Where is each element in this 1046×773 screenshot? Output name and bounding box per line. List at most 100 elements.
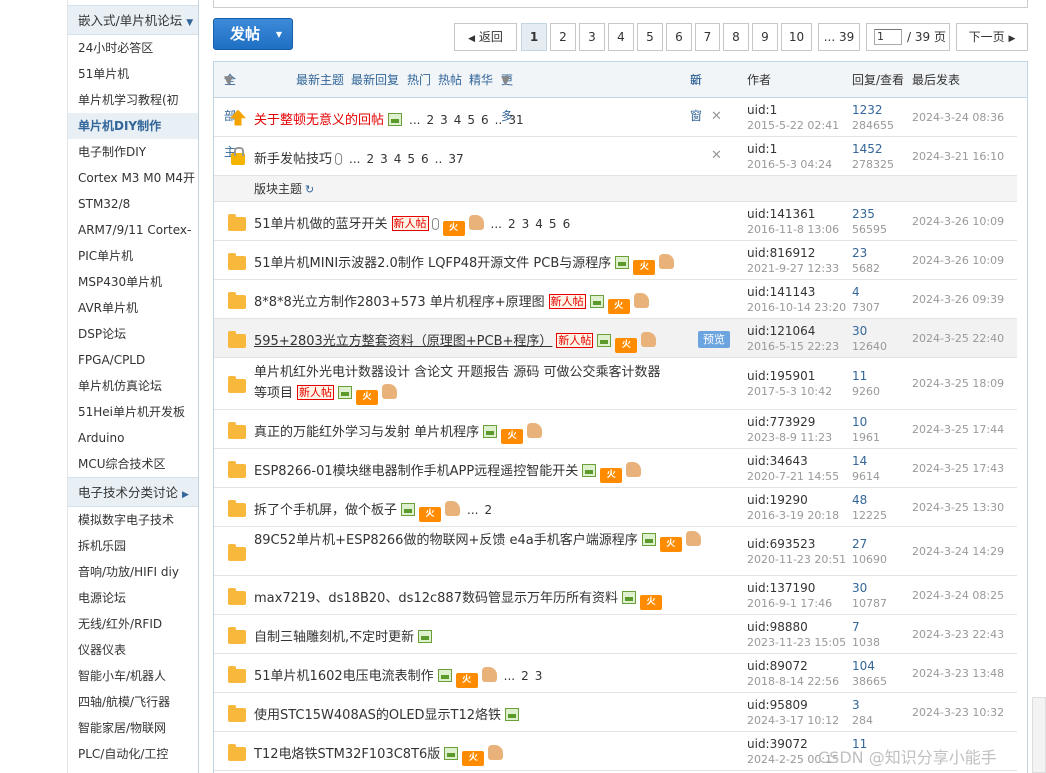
page-link[interactable]: 2 — [521, 669, 529, 683]
reply-count[interactable]: 14 — [852, 453, 880, 469]
table-row[interactable]: 8*8*8光立方制作2803+573 单片机程序+原理图 新人帖 火 uid:1411… — [214, 280, 1017, 319]
page-link[interactable]: 6 — [563, 217, 571, 231]
page-jump-input[interactable]: 1 — [874, 29, 902, 45]
sidebar-item[interactable]: FPGA/CPLD — [68, 347, 198, 373]
author-name[interactable]: uid:34643 — [747, 453, 839, 469]
reply-count[interactable]: 11 — [852, 368, 880, 384]
back-button[interactable]: ◀ 返回 — [454, 23, 517, 51]
thread-title[interactable]: ESP8266-01模块继电器制作手机APP远程遥控智能开关 火 — [254, 460, 642, 483]
close-icon[interactable]: ✕ — [711, 148, 722, 163]
sidebar-item[interactable]: 模拟数字电子技术 — [68, 507, 198, 533]
last-post-time[interactable]: 2024-3-26 10:09 — [912, 215, 1004, 228]
sidebar-item[interactable]: Arduino — [68, 425, 198, 451]
preview-button[interactable]: 预览 — [698, 330, 730, 348]
sidebar-item[interactable]: 智能小车/机器人 — [68, 663, 198, 689]
page-link[interactable]: 5 — [467, 113, 475, 127]
sidebar-item[interactable]: 四轴/航模/飞行器 — [68, 689, 198, 715]
author-name[interactable]: uid:1 — [747, 141, 832, 157]
sidebar-item[interactable]: 单片机学习教程(初 — [68, 87, 198, 113]
filter-newest[interactable]: 最新主题 — [296, 62, 344, 98]
page-link[interactable]: ... 39 — [818, 23, 860, 51]
thread-title[interactable]: 51单片机1602电压电流表制作 火... 2 3 — [254, 665, 545, 688]
last-post-time[interactable]: 2024-3-21 16:10 — [912, 150, 1004, 163]
reply-count[interactable]: 23 — [852, 245, 880, 261]
author-name[interactable]: uid:95809 — [747, 697, 839, 713]
sidebar-item[interactable]: AVR单片机 — [68, 295, 198, 321]
sidebar-item[interactable]: Cortex M3 M0 M4开 — [68, 165, 198, 191]
last-post-time[interactable]: 2024-3-25 18:09 — [912, 377, 1004, 390]
page-link[interactable]: 5 — [637, 23, 663, 51]
reply-count[interactable]: 235 — [852, 206, 887, 222]
reply-count[interactable]: 1452 — [852, 141, 894, 157]
sidebar-item[interactable]: 24小时必答区 — [68, 35, 198, 61]
reply-count[interactable]: 7 — [852, 619, 880, 635]
thread-title[interactable]: 51单片机做的蓝牙开关 新人帖火... 2 3 4 5 6 — [254, 213, 573, 236]
sidebar-item[interactable]: PIC单片机 — [68, 243, 198, 269]
page-link[interactable]: 4 — [454, 113, 462, 127]
thread-title[interactable]: T12电烙铁STM32F103C8T6版 火 — [254, 743, 504, 766]
last-post-time[interactable]: 2024-3-24 14:29 — [912, 545, 1004, 558]
scrollbar[interactable] — [1032, 697, 1046, 773]
thread-title[interactable]: 关于整顿无意义的回帖... 2 3 4 5 6.. 31 — [254, 109, 527, 128]
sidebar-item[interactable]: 单片机仿真论坛 — [68, 373, 198, 399]
author-name[interactable]: uid:89072 — [747, 658, 839, 674]
page-link[interactable]: 3 — [579, 23, 605, 51]
page-link[interactable]: 9 — [752, 23, 778, 51]
last-post-time[interactable]: 2024-3-25 22:40 — [912, 332, 1004, 345]
author-name[interactable]: uid:19290 — [747, 492, 839, 508]
page-link[interactable]: 2 — [366, 152, 374, 166]
last-post-time[interactable]: 2024-3-25 13:30 — [912, 501, 1004, 514]
page-link[interactable]: ... — [491, 217, 502, 231]
page-link[interactable]: 6 — [421, 152, 429, 166]
thread-title[interactable]: 真正的万能红外学习与发射 单片机程序 火 — [254, 421, 543, 444]
reply-count[interactable]: 4 — [852, 284, 880, 300]
page-link[interactable]: 2 — [508, 217, 516, 231]
last-post-time[interactable]: 2024-3-24 08:25 — [912, 589, 1004, 602]
author-name[interactable]: uid:773929 — [747, 414, 832, 430]
page-link[interactable]: ... — [349, 152, 360, 166]
reply-count[interactable]: 3 — [852, 697, 873, 713]
page-link[interactable]: 3 — [380, 152, 388, 166]
reply-count[interactable]: 1232 — [852, 102, 894, 118]
author-name[interactable]: uid:816912 — [747, 245, 839, 261]
page-link[interactable]: 2 — [550, 23, 576, 51]
sidebar-item[interactable]: 无线/红外/RFID — [68, 611, 198, 637]
thread-title[interactable]: max7219、ds18B20、ds12c887数码管显示万年历所有资料 火 — [254, 587, 662, 610]
refresh-icon[interactable]: ↻ — [305, 183, 314, 196]
table-row[interactable]: 拆了个手机屏，做个板子 火... 2 uid:19290 2016-3-19 20:18… — [214, 488, 1017, 527]
thread-title[interactable]: 8*8*8光立方制作2803+573 单片机程序+原理图 新人帖 火 — [254, 291, 649, 314]
page-link[interactable]: 4 — [394, 152, 402, 166]
author-name[interactable]: uid:137190 — [747, 580, 832, 596]
page-link[interactable]: ... — [504, 669, 515, 683]
page-link[interactable]: ... — [467, 503, 478, 517]
table-row[interactable]: 使用STC15W408AS的OLED显示T12烙铁 uid:95809 2024-3… — [214, 693, 1017, 732]
reply-count[interactable]: 104 — [852, 658, 887, 674]
reply-count[interactable]: 48 — [852, 492, 887, 508]
last-post-time[interactable]: 2024-3-26 10:09 — [912, 254, 1004, 267]
sidebar-item[interactable]: 智能家居/物联网 — [68, 715, 198, 741]
reply-count[interactable]: 30 — [852, 580, 887, 596]
page-link[interactable]: 1 — [521, 23, 547, 51]
close-icon[interactable]: ✕ — [711, 109, 722, 124]
page-link[interactable]: ... — [409, 113, 420, 127]
page-link[interactable]: .. — [435, 152, 443, 166]
page-link[interactable]: 5 — [549, 217, 557, 231]
author-name[interactable]: uid:693523 — [747, 536, 846, 552]
thread-title[interactable]: 拆了个手机屏，做个板子 火... 2 — [254, 499, 495, 522]
page-link[interactable]: 3 — [440, 113, 448, 127]
page-link[interactable]: 7 — [695, 23, 720, 51]
reply-count[interactable]: 27 — [852, 536, 887, 552]
thread-title[interactable]: 595+2803光立方整套资料（原理图+PCB+程序） 新人帖 火 — [254, 330, 657, 353]
author-name[interactable]: uid:141143 — [747, 284, 846, 300]
sidebar-item[interactable]: 单片机DIY制作 — [68, 113, 198, 139]
page-link[interactable]: .. — [495, 113, 503, 127]
sidebar-item[interactable]: 音响/功放/HIFI diy — [68, 559, 198, 585]
next-page-button[interactable]: 下一页 ▶ — [956, 23, 1028, 51]
table-row[interactable]: 595+2803光立方整套资料（原理图+PCB+程序） 新人帖 火 预览 uid:121… — [214, 319, 1017, 358]
sidebar-item[interactable]: ARM7/9/11 Cortex- — [68, 217, 198, 243]
sidebar-item[interactable]: DSP论坛 — [68, 321, 198, 347]
sidebar-item[interactable]: STM32/8 — [68, 191, 198, 217]
sidebar-item[interactable]: 51Hei单片机开发板 — [68, 399, 198, 425]
table-row[interactable]: 89C52单片机+ESP8266做的物联网+反馈 e4a手机客户端源程序 火 uid… — [214, 527, 1017, 576]
last-post-time[interactable]: 2024-3-25 17:43 — [912, 462, 1004, 475]
